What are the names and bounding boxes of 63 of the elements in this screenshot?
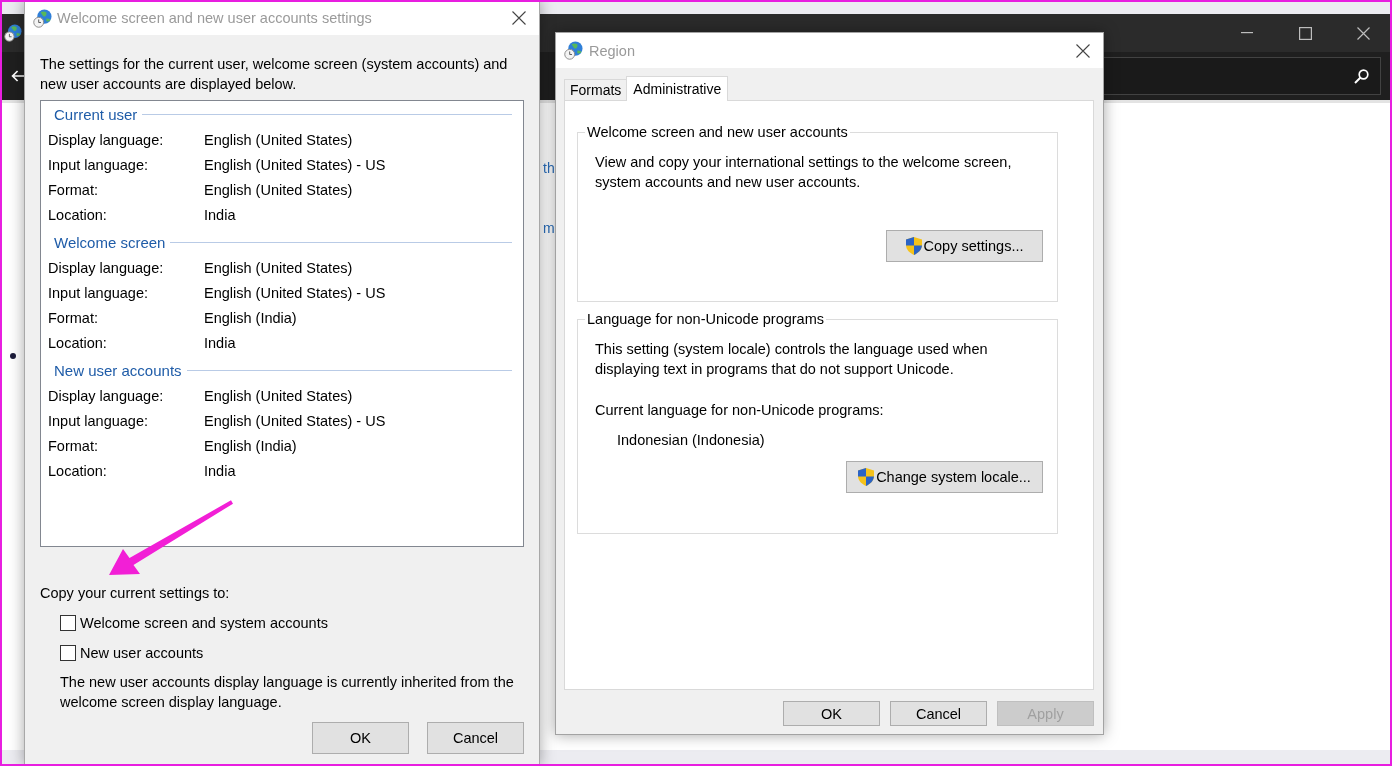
field-value: India [204, 334, 236, 351]
field-value: English (United States) [204, 131, 353, 148]
field-value: English (United States) [204, 181, 353, 198]
close-icon[interactable] [512, 11, 526, 25]
field-label: Location: [48, 334, 108, 351]
link-text[interactable]: th [543, 158, 555, 178]
action-button[interactable]: Change system locale... [846, 461, 1043, 493]
field-label: Format: [48, 181, 99, 198]
section-heading: New user accounts [54, 361, 182, 379]
field-value: English (India) [204, 309, 297, 326]
section-heading: Current user [54, 105, 138, 123]
bullet-dot-icon [10, 353, 16, 359]
description-text: View and copy your international settings to the welcome screen, system accounts and new user accounts. [595, 153, 1013, 192]
section-heading: Welcome screen [54, 233, 166, 251]
field-label: Format: [48, 309, 99, 326]
field-value: English (United States) - US [204, 284, 386, 301]
globe-clock-icon [33, 8, 52, 28]
field-value: India [204, 206, 236, 223]
globe-clock-icon [4, 24, 22, 42]
dialog-button[interactable]: OK [783, 701, 880, 726]
field-label: Display language: [48, 259, 165, 276]
field-value: English (United States) [204, 387, 353, 404]
checkbox-label[interactable]: New user accounts [80, 645, 204, 661]
close-icon[interactable] [1076, 43, 1090, 58]
field-label: Display language: [48, 131, 165, 148]
window-title: Welcome screen and new user accounts settings [57, 10, 372, 26]
field-label: Input language: [48, 412, 149, 429]
checkbox[interactable] [60, 645, 76, 661]
field-value: English (United States) - US [204, 412, 386, 429]
back-arrow-icon[interactable] [11, 70, 25, 82]
field-label: Format: [48, 437, 99, 454]
globe-clock-icon [564, 41, 583, 60]
action-button[interactable]: Copy settings... [886, 230, 1043, 262]
dialog-button[interactable]: OK [312, 722, 409, 754]
field-label: Input language: [48, 156, 149, 173]
instruction-text: Copy your current settings to: [40, 584, 231, 603]
note-text: The new user accounts display language is currently inherited from the welcome screen display language. [60, 673, 515, 712]
checkbox[interactable] [60, 615, 76, 631]
window-title: Region [589, 42, 635, 59]
field-value: English (India) [204, 437, 297, 454]
field-value: English (United States) [204, 259, 353, 276]
tab[interactable]: Formats [564, 79, 628, 100]
maximize-icon[interactable] [1298, 26, 1312, 40]
minimize-icon[interactable] [1241, 32, 1253, 34]
field-label: Display language: [48, 387, 165, 404]
tab[interactable]: Administrative [626, 76, 729, 101]
dialog-button[interactable]: Cancel [427, 722, 524, 754]
info-label: Current language for non-Unicode programs: [595, 401, 885, 420]
description-text: The settings for the current user, welcome screen (system accounts) and new user accounts are displayed below. [40, 55, 509, 94]
checkbox-label[interactable]: Welcome screen and system accounts [80, 615, 328, 631]
search-icon [1354, 68, 1369, 84]
description-text: This setting (system locale) controls the language used when displaying text in programs that do not support Unicode. [595, 340, 989, 379]
close-icon[interactable] [1356, 26, 1370, 40]
field-label: Location: [48, 462, 108, 479]
dialog-button[interactable]: Cancel [890, 701, 987, 726]
group-title: Welcome screen and new user accounts [586, 123, 849, 142]
field-label: Input language: [48, 284, 149, 301]
info-value: Indonesian (Indonesia) [617, 431, 766, 450]
field-value: India [204, 462, 236, 479]
field-value: English (United States) - US [204, 156, 386, 173]
group-title: Language for non-Unicode programs [586, 310, 825, 329]
link-text[interactable]: m [543, 218, 555, 238]
field-label: Location: [48, 206, 108, 223]
